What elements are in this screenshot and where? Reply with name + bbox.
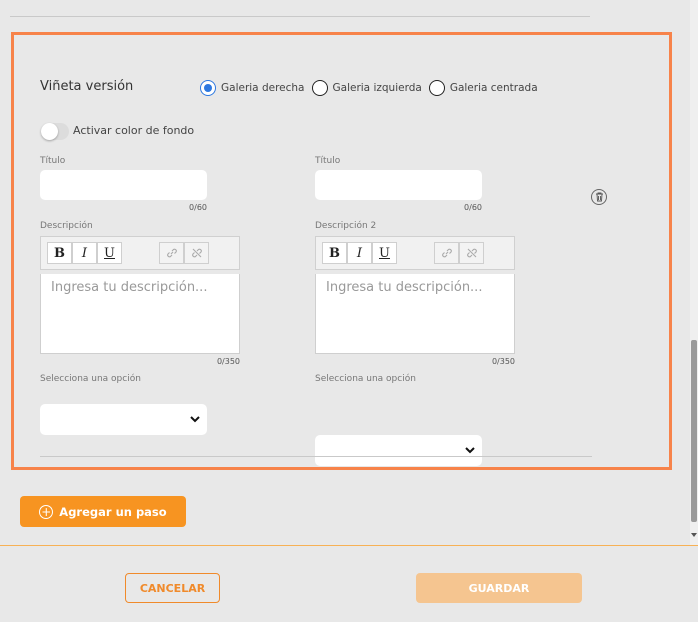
- top-divider: [10, 16, 590, 17]
- form-scroll-area: Viñeta versión Galeria derecha Galeria i…: [0, 0, 698, 545]
- radio-galeria-centrada[interactable]: [428, 80, 445, 96]
- select-label-1: Selecciona una opción: [40, 374, 141, 384]
- scrollbar-thumb[interactable]: [691, 340, 697, 522]
- unlink-icon: [191, 248, 202, 258]
- editor-toolbar-2: B I U: [315, 236, 515, 270]
- unlink-button[interactable]: [459, 242, 484, 264]
- title-input-1[interactable]: [40, 170, 207, 200]
- description-counter-2: 0/350: [491, 357, 515, 366]
- unlink-button[interactable]: [184, 242, 209, 264]
- description-label-1: Descripción: [40, 221, 93, 231]
- link-button[interactable]: [159, 242, 184, 264]
- underline-button[interactable]: U: [372, 242, 397, 264]
- radio-galeria-izquierda[interactable]: [311, 80, 328, 96]
- underline-button[interactable]: U: [97, 242, 122, 264]
- editor-toolbar-1: B I U: [40, 236, 240, 270]
- bold-button[interactable]: B: [322, 242, 347, 264]
- link-button[interactable]: [434, 242, 459, 264]
- title-label-1: Título: [40, 156, 66, 166]
- plus-circle-icon: +: [39, 504, 54, 519]
- step-panel: Viñeta versión Galeria derecha Galeria i…: [11, 32, 672, 470]
- modal-footer: CANCELAR GUARDAR: [0, 545, 698, 622]
- title-counter-2: 0/60: [464, 203, 482, 212]
- description-textarea-1[interactable]: Ingresa tu descripción...: [40, 274, 240, 354]
- italic-button[interactable]: I: [347, 242, 372, 264]
- background-color-toggle[interactable]: [41, 123, 69, 140]
- add-step-label: Agregar un paso: [59, 504, 167, 519]
- title-counter-1: 0/60: [189, 203, 207, 212]
- radio-label: Galeria centrada: [449, 82, 538, 94]
- scrollbar[interactable]: [690, 0, 698, 545]
- trash-icon: [595, 192, 603, 202]
- add-step-button[interactable]: + Agregar un paso: [20, 496, 186, 527]
- save-button[interactable]: GUARDAR: [416, 573, 582, 603]
- panel-bottom-divider: [40, 456, 592, 457]
- title-input-2[interactable]: [315, 170, 482, 200]
- scroll-down-arrow-icon[interactable]: [691, 533, 697, 537]
- unlink-icon: [466, 248, 477, 258]
- title-label-2: Título: [315, 156, 341, 166]
- radio-label: Galeria derecha: [221, 82, 305, 94]
- select-label-2: Selecciona una opción: [315, 374, 416, 384]
- chevron-down-icon: [190, 416, 200, 423]
- section-heading: Viñeta versión: [40, 79, 134, 94]
- link-icon: [166, 248, 177, 258]
- description-label-2: Descripción 2: [315, 221, 377, 231]
- radio-label: Galeria izquierda: [332, 82, 422, 94]
- option-select-1[interactable]: [40, 404, 207, 435]
- description-counter-1: 0/350: [216, 357, 240, 366]
- toggle-label: Activar color de fondo: [73, 124, 195, 137]
- option-select-2[interactable]: [315, 435, 482, 466]
- delete-step-button[interactable]: [591, 189, 607, 205]
- italic-button[interactable]: I: [72, 242, 97, 264]
- cancel-button[interactable]: CANCELAR: [125, 573, 220, 603]
- description-textarea-2[interactable]: Ingresa tu descripción...: [315, 274, 515, 354]
- version-radio-group: Galeria derecha Galeria izquierda Galeri…: [200, 80, 545, 96]
- link-icon: [441, 248, 452, 258]
- chevron-down-icon: [465, 447, 475, 454]
- radio-galeria-derecha[interactable]: [200, 80, 216, 96]
- bold-button[interactable]: B: [47, 242, 72, 264]
